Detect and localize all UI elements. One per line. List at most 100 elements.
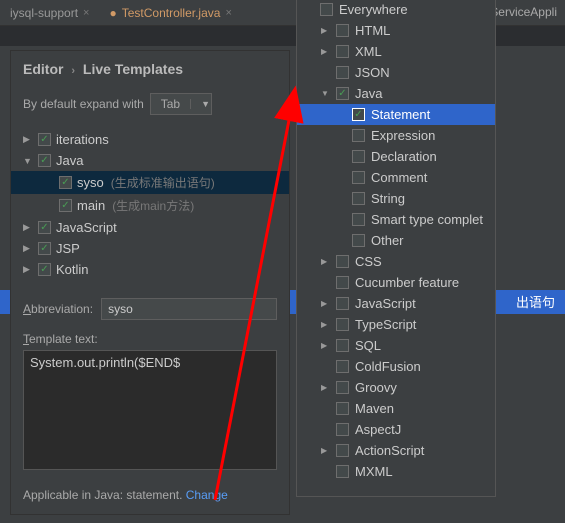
checkbox[interactable] <box>352 213 365 226</box>
context-type-item[interactable]: ▼ Java <box>297 83 495 104</box>
checkbox[interactable] <box>336 66 349 79</box>
context-type-item[interactable]: Maven <box>297 398 495 419</box>
context-type-item[interactable]: Smart type complet <box>297 209 495 230</box>
checkbox[interactable] <box>336 297 349 310</box>
expander-icon[interactable]: ▶ <box>23 222 33 233</box>
context-type-item[interactable]: Comment <box>297 167 495 188</box>
checkbox[interactable] <box>320 3 333 16</box>
tree-item-label: main <box>77 198 105 213</box>
checkbox[interactable] <box>336 24 349 37</box>
context-type-label: Java <box>355 86 382 101</box>
context-type-item[interactable]: ▶CSS <box>297 251 495 272</box>
expander-icon[interactable]: ▶ <box>321 341 330 350</box>
breadcrumb-section[interactable]: Editor <box>23 61 63 77</box>
expander-icon[interactable]: ▼ <box>321 89 330 98</box>
java-icon: ● <box>109 6 116 20</box>
context-type-label: Comment <box>371 170 427 185</box>
context-type-item[interactable]: ▶ ActionScript <box>297 440 495 461</box>
tree-item[interactable]: main (生成main方法) <box>11 194 289 217</box>
checkbox[interactable] <box>336 423 349 436</box>
expander-icon[interactable]: ▶ <box>321 299 330 308</box>
checkbox[interactable] <box>38 154 51 167</box>
context-type-item[interactable]: Statement <box>297 104 495 125</box>
tree-item[interactable]: ▶JavaScript <box>11 217 289 238</box>
change-link[interactable]: Change <box>186 488 228 502</box>
checkbox[interactable] <box>38 133 51 146</box>
checkbox[interactable] <box>352 192 365 205</box>
checkbox[interactable] <box>336 255 349 268</box>
expander-icon[interactable]: ▶ <box>321 26 330 35</box>
checkbox[interactable] <box>336 318 349 331</box>
breadcrumb: Editor › Live Templates <box>11 51 289 87</box>
checkbox[interactable] <box>336 339 349 352</box>
close-icon[interactable]: × <box>83 7 89 19</box>
context-type-item[interactable]: Everywhere <box>297 0 495 20</box>
tree-item[interactable]: syso(生成标准输出语句) <box>11 171 289 194</box>
expander-icon[interactable]: ▶ <box>321 446 330 455</box>
context-type-item[interactable]: MXML <box>297 461 495 482</box>
checkbox[interactable] <box>336 444 349 457</box>
expander-icon[interactable]: ▶ <box>321 383 330 392</box>
checkbox[interactable] <box>336 465 349 478</box>
context-type-item[interactable]: Other <box>297 230 495 251</box>
expander-icon[interactable]: ▶ <box>23 134 33 145</box>
expander-icon[interactable]: ▶ <box>321 320 330 329</box>
context-type-label: Statement <box>371 107 430 122</box>
context-type-item[interactable]: ▶JavaScript <box>297 293 495 314</box>
context-type-item[interactable]: String <box>297 188 495 209</box>
context-type-item[interactable]: Cucumber feature <box>297 272 495 293</box>
checkbox[interactable] <box>352 129 365 142</box>
context-type-item[interactable]: JSON <box>297 62 495 83</box>
context-type-label: AspectJ <box>355 422 401 437</box>
template-text-editor[interactable]: System.out.println($END$ <box>23 350 277 470</box>
tree-item-label: Java <box>56 153 83 168</box>
chevron-down-icon: ▼ <box>190 99 211 109</box>
checkbox[interactable] <box>352 150 365 163</box>
tree-item[interactable]: ▼ Java <box>11 150 289 171</box>
expand-label: By default expand with <box>23 97 144 111</box>
context-type-popup: Everywhere ▶ HTML ▶XMLJSON ▼ Java Statement Exp… <box>296 0 496 497</box>
context-type-label: Smart type complet <box>371 212 483 227</box>
checkbox[interactable] <box>59 199 72 212</box>
checkbox[interactable] <box>352 234 365 247</box>
context-type-item[interactable]: ▶TypeScript <box>297 314 495 335</box>
tab-test-controller[interactable]: ● TestController.java × <box>99 2 241 24</box>
expander-icon[interactable]: ▶ <box>23 243 33 254</box>
context-type-item[interactable]: ▶XML <box>297 41 495 62</box>
context-type-item[interactable]: ▶Groovy <box>297 377 495 398</box>
expander-icon[interactable]: ▼ <box>23 156 33 166</box>
abbreviation-label: Abbreviation: <box>23 302 93 316</box>
context-type-label: Other <box>371 233 404 248</box>
context-type-label: ActionScript <box>355 443 424 458</box>
checkbox[interactable] <box>336 381 349 394</box>
context-type-label: HTML <box>355 23 390 38</box>
checkbox[interactable] <box>59 176 72 189</box>
tab-mysql-support[interactable]: iysql-support × <box>0 2 99 24</box>
tree-item[interactable]: ▶JSP <box>11 238 289 259</box>
checkbox[interactable] <box>38 221 51 234</box>
expander-icon[interactable]: ▶ <box>321 257 330 266</box>
context-type-item[interactable]: ▶ HTML <box>297 20 495 41</box>
checkbox[interactable] <box>38 242 51 255</box>
close-icon[interactable]: × <box>225 7 231 19</box>
context-type-item[interactable]: ▶SQL <box>297 335 495 356</box>
checkbox[interactable] <box>352 108 365 121</box>
expander-icon[interactable]: ▶ <box>321 47 330 56</box>
checkbox[interactable] <box>336 45 349 58</box>
checkbox[interactable] <box>336 402 349 415</box>
checkbox[interactable] <box>352 171 365 184</box>
tree-item[interactable]: ▶iterations <box>11 129 289 150</box>
expander-icon[interactable]: ▶ <box>23 264 33 275</box>
expand-with-combo[interactable]: Tab ▼ <box>150 93 212 115</box>
context-type-item[interactable]: Expression <box>297 125 495 146</box>
context-type-item[interactable]: AspectJ <box>297 419 495 440</box>
abbreviation-input[interactable] <box>101 298 277 320</box>
checkbox[interactable] <box>38 263 51 276</box>
context-type-item[interactable]: ColdFusion <box>297 356 495 377</box>
checkbox[interactable] <box>336 276 349 289</box>
checkbox[interactable] <box>336 87 349 100</box>
checkbox[interactable] <box>336 360 349 373</box>
tree-item[interactable]: ▶Kotlin <box>11 259 289 280</box>
context-type-item[interactable]: Declaration <box>297 146 495 167</box>
tree-item-hint: (生成main方法) <box>112 197 194 214</box>
